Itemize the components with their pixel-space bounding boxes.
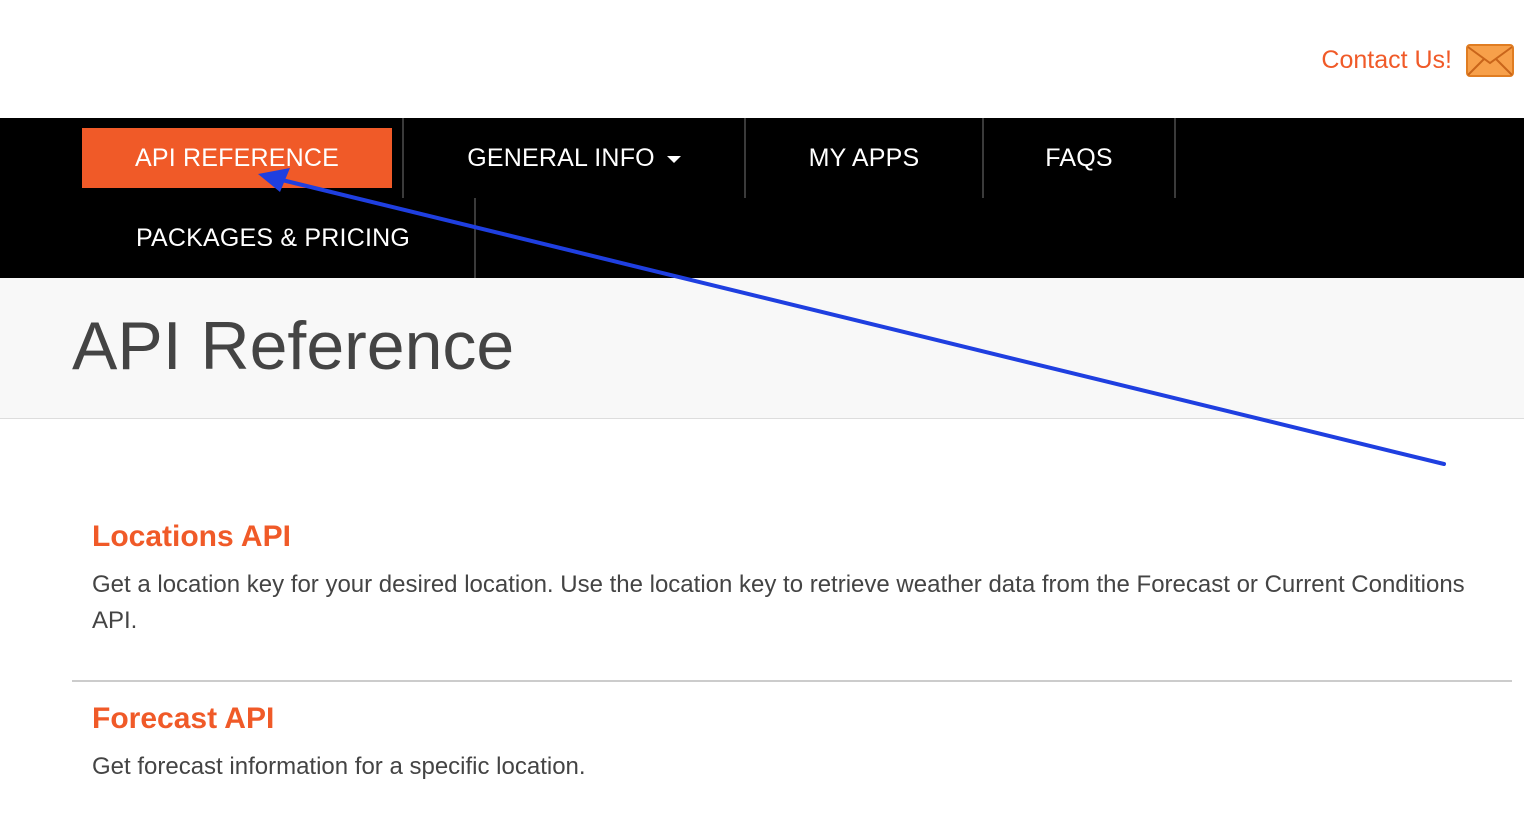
nav-item-faqs[interactable]: FAQS <box>984 118 1174 198</box>
nav-item-label: MY APPS <box>808 143 920 172</box>
nav-item-api-reference[interactable]: API REFERENCE <box>82 128 392 188</box>
nav-separator <box>474 198 476 278</box>
top-bar: Contact Us! <box>0 0 1524 118</box>
page-header: API Reference <box>0 278 1524 419</box>
nav-item-label: PACKAGES & PRICING <box>135 223 411 252</box>
page-title: API Reference <box>72 308 515 384</box>
divider <box>72 680 1512 682</box>
contact-us-link[interactable]: Contact Us! <box>1321 44 1514 77</box>
api-list-item: Forecast API Get forecast information fo… <box>72 704 1512 785</box>
nav-item-general-info[interactable]: GENERAL INFO <box>404 118 744 198</box>
nav-item-packages-pricing[interactable]: PACKAGES & PRICING <box>72 198 474 278</box>
api-list-item: Locations API Get a location key for you… <box>72 522 1512 639</box>
nav-item-label: API REFERENCE <box>134 143 340 172</box>
api-description: Get forecast information for a specific … <box>92 753 586 780</box>
api-title-link[interactable]: Forecast API <box>92 704 1512 734</box>
api-description: Get a location key for your desired loca… <box>92 571 1465 634</box>
mail-icon <box>1466 44 1514 77</box>
nav-item-label: GENERAL INFO <box>467 143 655 172</box>
nav-item-my-apps[interactable]: MY APPS <box>746 118 982 198</box>
contact-us-label: Contact Us! <box>1321 46 1452 74</box>
main-nav: API REFERENCE GENERAL INFO MY APPS FAQS … <box>0 118 1524 278</box>
api-title-link[interactable]: Locations API <box>92 522 1512 552</box>
nav-separator <box>1174 118 1176 198</box>
chevron-down-icon <box>666 155 681 163</box>
nav-item-label: FAQS <box>1045 143 1113 172</box>
